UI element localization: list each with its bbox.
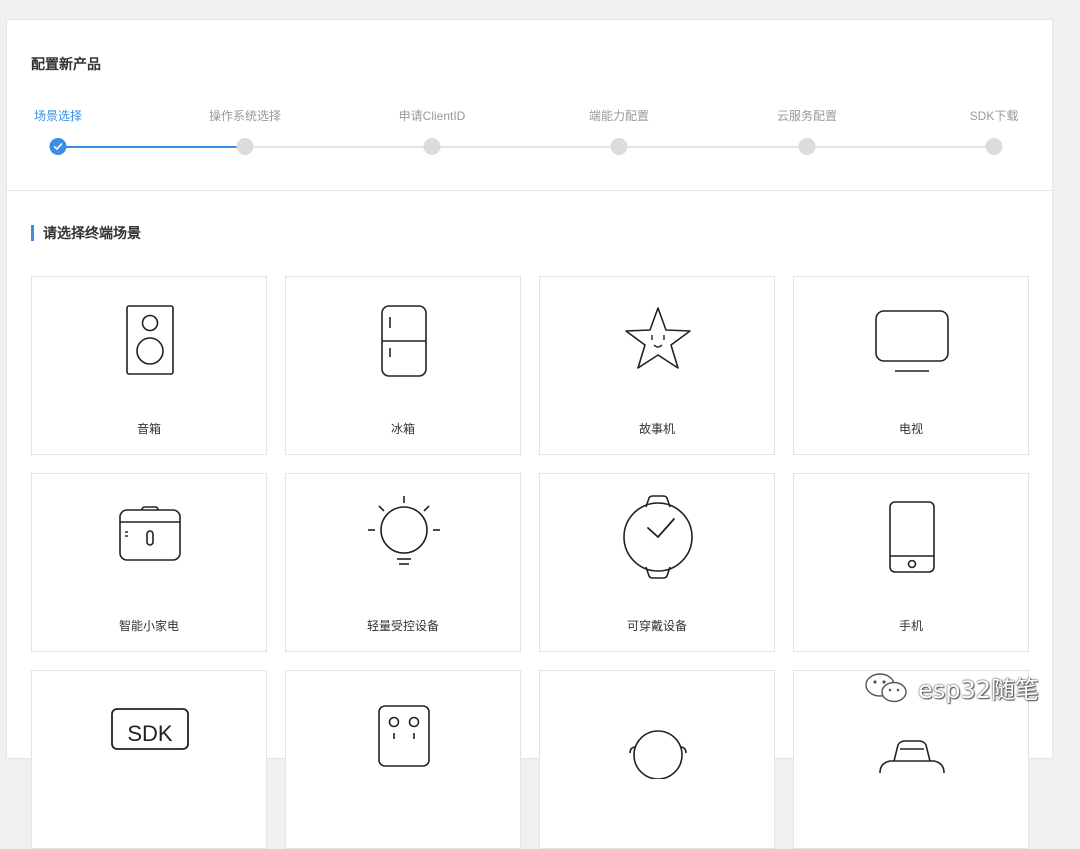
step-label-clientid[interactable]: 申请ClientID: [399, 107, 466, 124]
step-dot-cloud[interactable]: [798, 138, 816, 155]
small-appliance-icon: [119, 506, 181, 561]
step-label-sdk[interactable]: SDK下载: [970, 107, 1019, 124]
divider: [7, 190, 1052, 191]
scene-card-speaker[interactable]: 音箱: [31, 276, 267, 455]
watermark: esp32随笔: [862, 670, 1039, 705]
scene-card-story-machine[interactable]: 故事机: [539, 276, 775, 455]
scene-label: 音箱: [136, 422, 161, 436]
scene-card-headset[interactable]: [539, 670, 775, 849]
watermark-text: esp32随笔: [918, 676, 1040, 704]
wechat-icon: [865, 672, 907, 702]
robot-face-icon: [378, 705, 430, 767]
scene-label: 可穿戴设备: [626, 619, 687, 633]
watch-icon: [623, 495, 693, 579]
scene-label: 冰箱: [390, 422, 415, 436]
step-label-scene[interactable]: 场景选择: [34, 107, 82, 124]
sdk-icon: SDK: [111, 708, 189, 750]
svg-text:SDK: SDK: [127, 721, 173, 746]
step-dot-clientid[interactable]: [423, 138, 441, 155]
product-config-panel: 配置新产品 场景选择 操作系统选择 申请ClientID 端能力配置 云服务配置…: [6, 19, 1054, 849]
step-label-os[interactable]: 操作系统选择: [209, 107, 281, 124]
scene-label: 手机: [898, 619, 923, 633]
step-connector: [58, 146, 245, 148]
tv-icon: [875, 310, 949, 372]
step-label-capability[interactable]: 端能力配置: [589, 107, 649, 124]
scene-label: 故事机: [638, 422, 675, 436]
scene-label: 轻量受控设备: [366, 619, 439, 633]
step-dot-os[interactable]: [236, 138, 254, 155]
scene-card-wearable[interactable]: 可穿戴设备: [539, 473, 775, 652]
scene-card-robot[interactable]: [285, 670, 521, 849]
headset-icon: [629, 730, 687, 779]
step-label-cloud[interactable]: 云服务配置: [777, 107, 837, 124]
scene-card-small-appliance[interactable]: 智能小家电: [31, 473, 267, 652]
scene-card-phone[interactable]: 手机: [793, 473, 1029, 652]
phone-icon: [889, 501, 935, 573]
step-progress: 场景选择 操作系统选择 申请ClientID 端能力配置 云服务配置 SDK下载: [7, 20, 1054, 190]
star-icon: [625, 307, 691, 369]
scene-card-fridge[interactable]: 冰箱: [285, 276, 521, 455]
scene-label: 电视: [898, 422, 923, 436]
light-bulb-icon: [368, 496, 440, 565]
step-dot-scene[interactable]: [49, 138, 67, 155]
step-dot-capability[interactable]: [610, 138, 628, 155]
scene-card-sdk[interactable]: SDK: [31, 670, 267, 849]
scene-card-light-device[interactable]: 轻量受控设备: [285, 473, 521, 652]
fridge-icon: [381, 305, 427, 377]
section-title: 请选择终端场景: [31, 225, 141, 241]
scene-card-tv[interactable]: 电视: [793, 276, 1029, 455]
scene-label: 智能小家电: [118, 619, 179, 633]
speaker-icon: [126, 305, 174, 375]
check-icon: [53, 143, 63, 150]
step-dot-sdk[interactable]: [985, 138, 1003, 155]
